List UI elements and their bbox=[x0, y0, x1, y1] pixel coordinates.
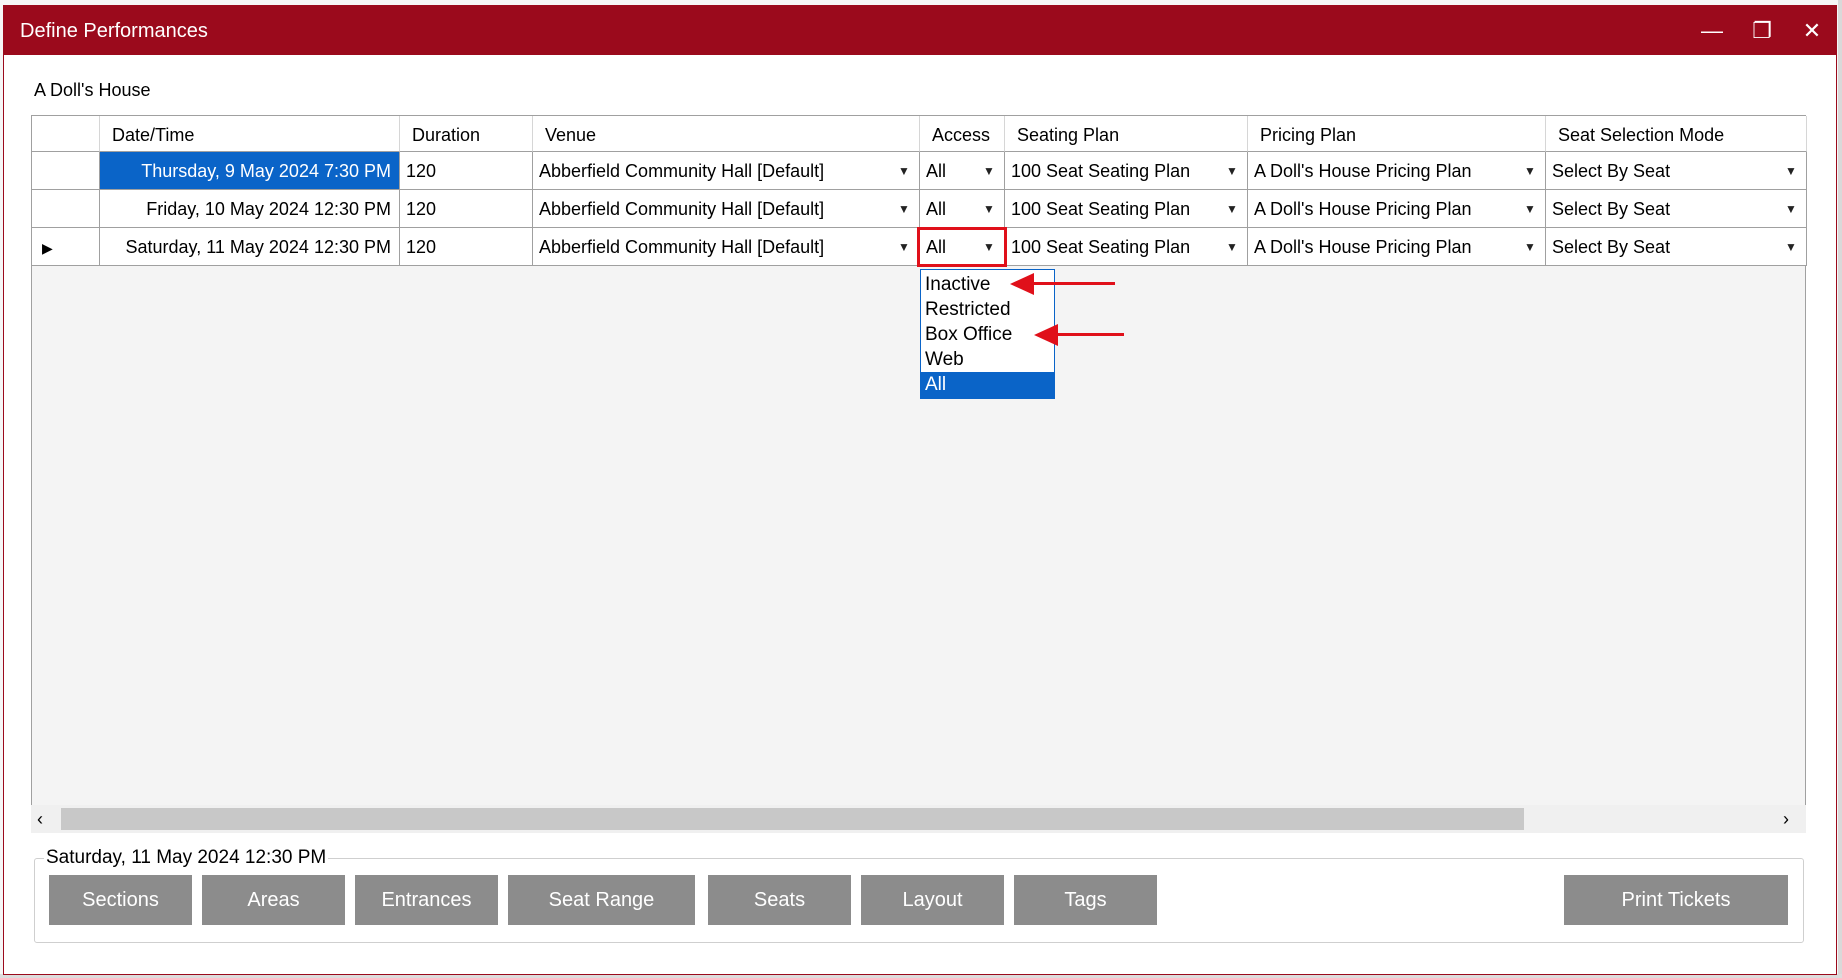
dropdown-option-all[interactable]: All bbox=[921, 372, 1054, 398]
areas-button[interactable]: Areas bbox=[202, 875, 345, 925]
scroll-right-icon[interactable]: › bbox=[1783, 809, 1789, 830]
access-value: All bbox=[926, 161, 947, 181]
grid-corner-header bbox=[32, 116, 100, 152]
seating-plan-combo[interactable]: 100 Seat Seating Plan ▼ bbox=[1005, 190, 1248, 228]
row-header[interactable] bbox=[32, 190, 100, 228]
seating-plan-combo[interactable]: 100 Seat Seating Plan ▼ bbox=[1005, 228, 1248, 266]
venue-combo[interactable]: Abberfield Community Hall [Default] ▼ bbox=[533, 228, 920, 266]
chevron-down-icon[interactable]: ▼ bbox=[1218, 152, 1246, 189]
chevron-down-icon[interactable]: ▼ bbox=[1516, 190, 1544, 227]
selected-performance-label: Saturday, 11 May 2024 12:30 PM bbox=[44, 847, 329, 869]
duration-value: 120 bbox=[406, 199, 437, 219]
scroll-left-icon[interactable]: ‹ bbox=[37, 809, 43, 830]
chevron-down-icon[interactable]: ▼ bbox=[975, 190, 1003, 227]
chevron-down-icon[interactable]: ▼ bbox=[975, 152, 1003, 189]
access-combo[interactable]: All ▼ bbox=[920, 190, 1005, 228]
venue-value: Abberfield Community Hall [Default] bbox=[539, 237, 825, 257]
chevron-down-icon[interactable]: ▼ bbox=[890, 190, 918, 227]
column-header-datetime[interactable]: Date/Time bbox=[100, 116, 400, 152]
datetime-value: Saturday, 11 May 2024 12:30 PM bbox=[125, 237, 392, 257]
column-header-seating-plan[interactable]: Seating Plan bbox=[1005, 116, 1248, 152]
seat-mode-combo[interactable]: Select By Seat ▼ bbox=[1546, 228, 1807, 266]
maximize-icon[interactable]: ❐ bbox=[1738, 6, 1786, 55]
pricing-plan-combo[interactable]: A Doll's House Pricing Plan ▼ bbox=[1248, 152, 1546, 190]
venue-combo[interactable]: Abberfield Community Hall [Default] ▼ bbox=[533, 190, 920, 228]
annotation-arrow-head-icon bbox=[1010, 273, 1034, 295]
seating-plan-value: 100 Seat Seating Plan bbox=[1011, 199, 1191, 219]
pricing-plan-value: A Doll's House Pricing Plan bbox=[1254, 161, 1472, 181]
dropdown-option-restricted[interactable]: Restricted bbox=[921, 297, 1054, 322]
horizontal-scrollbar[interactable]: ‹ › bbox=[31, 805, 1806, 833]
chevron-down-icon[interactable]: ▼ bbox=[1516, 152, 1544, 189]
annotation-arrow-shaft bbox=[1056, 333, 1124, 336]
entrances-button[interactable]: Entrances bbox=[355, 875, 498, 925]
column-header-venue[interactable]: Venue bbox=[533, 116, 920, 152]
annotation-highlight-box bbox=[917, 227, 1007, 267]
seating-plan-value: 100 Seat Seating Plan bbox=[1011, 237, 1191, 257]
row-header[interactable] bbox=[32, 152, 100, 190]
seating-plan-value: 100 Seat Seating Plan bbox=[1011, 161, 1191, 181]
seating-plan-combo[interactable]: 100 Seat Seating Plan ▼ bbox=[1005, 152, 1248, 190]
annotation-arrow-shaft bbox=[1032, 282, 1115, 285]
seat-mode-value: Select By Seat bbox=[1552, 237, 1671, 257]
column-header-seat-selection-mode[interactable]: Seat Selection Mode bbox=[1546, 116, 1807, 152]
production-title: A Doll's House bbox=[34, 80, 151, 100]
column-header-access[interactable]: Access bbox=[920, 116, 1005, 152]
duration-value: 120 bbox=[406, 237, 437, 257]
background-strip bbox=[1838, 0, 1842, 978]
pricing-plan-combo[interactable]: A Doll's House Pricing Plan ▼ bbox=[1248, 190, 1546, 228]
datetime-cell[interactable]: Saturday, 11 May 2024 12:30 PM bbox=[100, 228, 400, 266]
chevron-down-icon[interactable]: ▼ bbox=[1777, 152, 1805, 189]
chevron-down-icon[interactable]: ▼ bbox=[1777, 228, 1805, 265]
table-row[interactable]: Thursday, 9 May 2024 7:30 PM 120 Abberfi… bbox=[32, 152, 1807, 190]
duration-cell[interactable]: 120 bbox=[400, 190, 533, 228]
venue-value: Abberfield Community Hall [Default] bbox=[539, 161, 825, 181]
current-row-icon: ▶ bbox=[42, 240, 53, 256]
pricing-plan-value: A Doll's House Pricing Plan bbox=[1254, 237, 1472, 257]
chevron-down-icon[interactable]: ▼ bbox=[890, 152, 918, 189]
seat-mode-combo[interactable]: Select By Seat ▼ bbox=[1546, 152, 1807, 190]
seats-button[interactable]: Seats bbox=[708, 875, 851, 925]
duration-cell[interactable]: 120 bbox=[400, 152, 533, 190]
sections-button[interactable]: Sections bbox=[49, 875, 192, 925]
chevron-down-icon[interactable]: ▼ bbox=[1218, 228, 1246, 265]
column-header-pricing-plan[interactable]: Pricing Plan bbox=[1248, 116, 1546, 152]
column-header-duration[interactable]: Duration bbox=[400, 116, 533, 152]
pricing-plan-combo[interactable]: A Doll's House Pricing Plan ▼ bbox=[1248, 228, 1546, 266]
close-icon[interactable]: ✕ bbox=[1788, 6, 1836, 55]
scrollbar-thumb[interactable] bbox=[61, 808, 1524, 830]
minimize-icon[interactable]: — bbox=[1688, 6, 1736, 55]
access-combo[interactable]: All ▼ bbox=[920, 152, 1005, 190]
window-title: Define Performances bbox=[20, 20, 208, 42]
row-header[interactable]: ▶ bbox=[32, 228, 100, 266]
duration-value: 120 bbox=[406, 161, 437, 181]
table-row[interactable]: Friday, 10 May 2024 12:30 PM 120 Abberfi… bbox=[32, 190, 1807, 228]
venue-combo[interactable]: Abberfield Community Hall [Default] ▼ bbox=[533, 152, 920, 190]
seat-range-button[interactable]: Seat Range bbox=[508, 875, 695, 925]
datetime-value: Friday, 10 May 2024 12:30 PM bbox=[146, 199, 391, 219]
chevron-down-icon[interactable]: ▼ bbox=[1218, 190, 1246, 227]
access-value: All bbox=[926, 199, 947, 219]
tags-button[interactable]: Tags bbox=[1014, 875, 1157, 925]
annotation-arrow-head-icon bbox=[1034, 324, 1058, 346]
seat-mode-value: Select By Seat bbox=[1552, 199, 1671, 219]
chevron-down-icon[interactable]: ▼ bbox=[1777, 190, 1805, 227]
performances-grid: Date/Time Duration Venue Access Seating … bbox=[31, 115, 1807, 831]
layout-button[interactable]: Layout bbox=[861, 875, 1004, 925]
datetime-value: Thursday, 9 May 2024 7:30 PM bbox=[141, 161, 391, 181]
duration-cell[interactable]: 120 bbox=[400, 228, 533, 266]
title-bar: Define Performances — ❐ ✕ bbox=[4, 6, 1836, 55]
dropdown-option-web[interactable]: Web bbox=[921, 347, 1054, 372]
pricing-plan-value: A Doll's House Pricing Plan bbox=[1254, 199, 1472, 219]
datetime-cell[interactable]: Thursday, 9 May 2024 7:30 PM bbox=[100, 152, 400, 190]
chevron-down-icon[interactable]: ▼ bbox=[1516, 228, 1544, 265]
chevron-down-icon[interactable]: ▼ bbox=[890, 228, 918, 265]
seat-mode-value: Select By Seat bbox=[1552, 161, 1671, 181]
datetime-cell[interactable]: Friday, 10 May 2024 12:30 PM bbox=[100, 190, 400, 228]
print-tickets-button[interactable]: Print Tickets bbox=[1564, 875, 1788, 925]
seat-mode-combo[interactable]: Select By Seat ▼ bbox=[1546, 190, 1807, 228]
venue-value: Abberfield Community Hall [Default] bbox=[539, 199, 825, 219]
